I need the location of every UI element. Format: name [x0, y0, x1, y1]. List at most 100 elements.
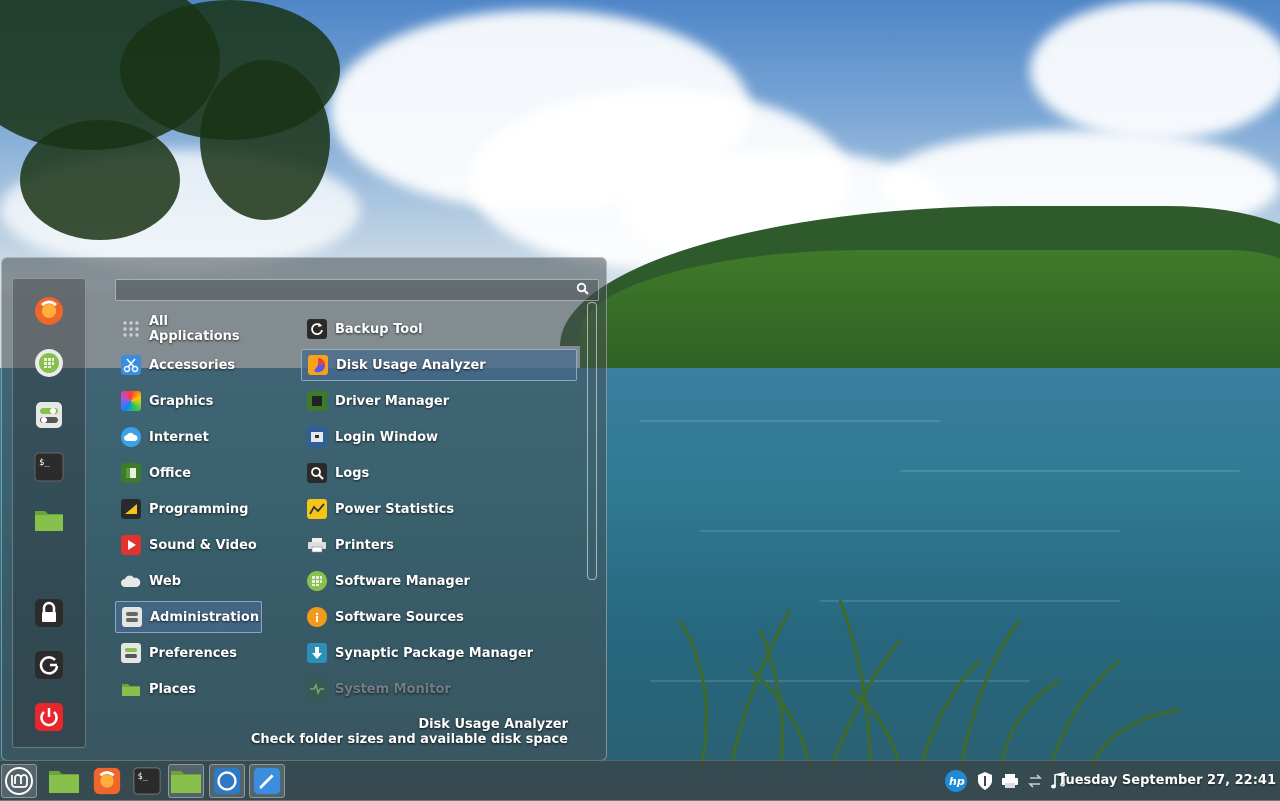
search-input[interactable]	[122, 281, 566, 299]
preferences-icon	[121, 643, 141, 663]
launcher-files[interactable]	[46, 764, 82, 798]
app-backup-tool[interactable]: Backup Tool	[301, 313, 577, 345]
category-places[interactable]: Places	[115, 673, 262, 705]
category-administration[interactable]: Administration	[115, 601, 262, 633]
firefox-icon	[35, 297, 63, 325]
app-description: Disk Usage Analyzer Check folder sizes a…	[251, 717, 568, 747]
window-browser[interactable]	[209, 764, 245, 798]
tray-hp[interactable]: hp	[944, 769, 968, 793]
launcher-firefox[interactable]	[89, 764, 125, 798]
printer-icon	[307, 535, 327, 555]
app-label: Software Manager	[335, 573, 470, 589]
category-internet[interactable]: Internet	[115, 421, 262, 453]
clock[interactable]: Tuesday September 27, 22:41	[1058, 773, 1276, 788]
lock-screen-icon	[35, 599, 63, 627]
login-window-icon	[307, 427, 327, 447]
app-driver-manager[interactable]: Driver Manager	[301, 385, 577, 417]
category-sound-video[interactable]: Sound & Video	[115, 529, 262, 561]
category-label: Sound & Video	[149, 537, 257, 553]
category-label: Graphics	[149, 393, 214, 409]
grid-icon	[121, 319, 141, 339]
software-manager-icon	[35, 349, 63, 377]
launcher-terminal[interactable]: $_	[129, 764, 165, 798]
category-accessories[interactable]: Accessories	[115, 349, 262, 381]
files-icon	[35, 511, 63, 531]
app-label: Login Window	[335, 429, 439, 445]
folder-icon	[121, 679, 141, 699]
app-label: Synaptic Package Manager	[335, 645, 534, 661]
shutdown-button[interactable]	[33, 701, 65, 733]
category-label: All Applications	[149, 314, 240, 344]
app-label: Software Sources	[335, 609, 464, 625]
category-label: Accessories	[149, 357, 236, 373]
system-settings-icon	[36, 402, 62, 428]
files-icon	[49, 771, 79, 793]
search-box[interactable]	[115, 279, 599, 301]
category-label: Office	[149, 465, 192, 481]
svg-text:$_: $_	[39, 458, 50, 468]
category-office[interactable]: Office	[115, 457, 262, 489]
category-all-applications[interactable]: All Applications	[115, 313, 262, 345]
scrollbar[interactable]	[587, 302, 597, 580]
internet-icon	[121, 427, 141, 447]
firefox-icon	[93, 767, 121, 795]
favorite-terminal[interactable]: $_	[33, 451, 65, 483]
application-menu: $_ All Applications Accessories Graphics…	[1, 257, 607, 761]
system-monitor-icon	[307, 679, 327, 699]
browser-window-icon	[213, 767, 241, 795]
app-software-sources[interactable]: Software Sources	[301, 601, 577, 633]
category-web[interactable]: Web	[115, 565, 262, 597]
mint-menu-button[interactable]	[1, 764, 37, 798]
window-text-editor[interactable]	[249, 764, 285, 798]
office-icon	[121, 463, 141, 483]
app-label: Disk Usage Analyzer	[336, 357, 486, 373]
graphics-icon	[121, 391, 141, 411]
app-label: Logs	[335, 465, 370, 481]
power-statistics-icon	[307, 499, 327, 519]
network-icon	[1028, 774, 1042, 788]
tray-network[interactable]	[1023, 769, 1047, 793]
app-synaptic-package-manager[interactable]: Synaptic Package Manager	[301, 637, 577, 669]
app-logs[interactable]: Logs	[301, 457, 577, 489]
app-disk-usage-analyzer[interactable]: Disk Usage Analyzer	[301, 349, 577, 381]
favorite-system-settings[interactable]	[33, 399, 65, 431]
app-label: System Monitor	[335, 681, 451, 697]
software-sources-icon	[307, 607, 327, 627]
favorite-software-manager[interactable]	[33, 347, 65, 379]
backup-icon	[307, 319, 327, 339]
category-label: Preferences	[149, 645, 237, 661]
category-label: Web	[149, 573, 181, 589]
category-programming[interactable]: Programming	[115, 493, 262, 525]
app-label: Printers	[335, 537, 394, 553]
favorite-firefox[interactable]	[33, 295, 65, 327]
software-manager-icon	[307, 571, 327, 591]
app-system-monitor[interactable]: System Monitor	[301, 673, 577, 705]
tray-printer[interactable]	[998, 769, 1022, 793]
logout-icon	[35, 651, 63, 679]
category-graphics[interactable]: Graphics	[115, 385, 262, 417]
category-preferences[interactable]: Preferences	[115, 637, 262, 669]
window-files[interactable]	[168, 764, 204, 798]
svg-text:hp: hp	[949, 775, 965, 788]
shutdown-icon	[35, 703, 63, 731]
hp-icon: hp	[945, 770, 967, 792]
app-printers[interactable]: Printers	[301, 529, 577, 561]
app-software-manager[interactable]: Software Manager	[301, 565, 577, 597]
mint-menu-icon	[5, 767, 33, 795]
description-text: Check folder sizes and available disk sp…	[250, 732, 568, 747]
shield-icon	[978, 772, 992, 790]
tray-shield[interactable]	[973, 769, 997, 793]
svg-text:$_: $_	[138, 771, 149, 781]
category-label: Places	[149, 681, 197, 697]
synaptic-icon	[307, 643, 327, 663]
app-label: Driver Manager	[335, 393, 450, 409]
files-window-icon	[171, 771, 201, 793]
favorite-files[interactable]	[33, 503, 65, 535]
web-icon	[121, 571, 141, 591]
lock-screen-button[interactable]	[33, 597, 65, 629]
taskbar-panel: $_ hp Tuesday September 27, 22:41	[0, 760, 1280, 801]
app-power-statistics[interactable]: Power Statistics	[301, 493, 577, 525]
logout-button[interactable]	[33, 649, 65, 681]
app-login-window[interactable]: Login Window	[301, 421, 577, 453]
favorites-sidebar: $_	[12, 278, 86, 748]
